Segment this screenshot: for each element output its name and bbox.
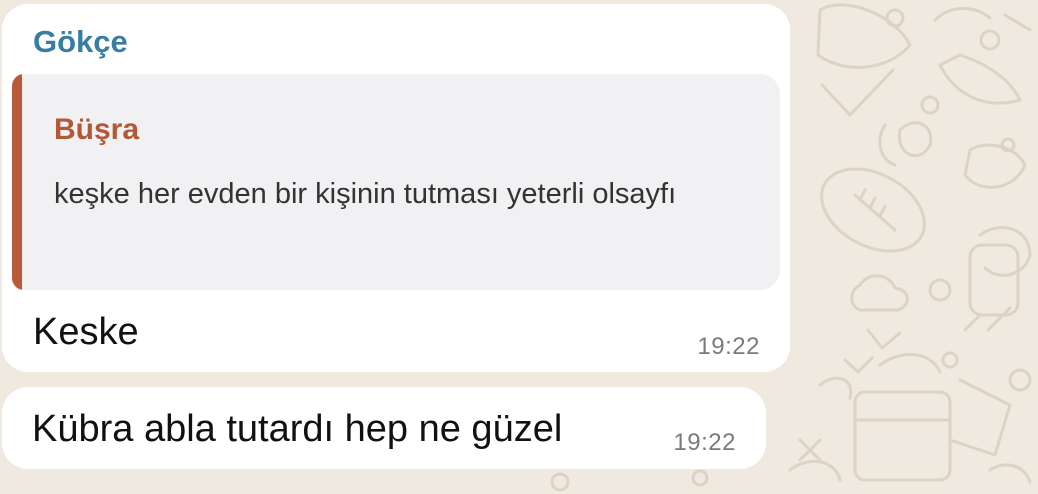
- quoted-message[interactable]: Büşra keşke her evden bir kişinin tutmas…: [12, 74, 780, 290]
- quote-accent-bar: [12, 74, 22, 290]
- quote-author: Büşra: [54, 113, 140, 146]
- message-bubble[interactable]: Kübra abla tutardı hep ne güzel 19:22: [2, 387, 766, 469]
- sender-name[interactable]: Gökçe: [33, 24, 128, 60]
- message-bubble[interactable]: Gökçe Büşra keşke her evden bir kişinin …: [2, 4, 790, 372]
- message-text: Keske: [33, 311, 139, 353]
- message-time: 19:22: [697, 333, 760, 360]
- message-text: Kübra abla tutardı hep ne güzel: [32, 408, 563, 450]
- quote-text: keşke her evden bir kişinin tutması yete…: [54, 178, 677, 210]
- message-time: 19:22: [673, 429, 736, 456]
